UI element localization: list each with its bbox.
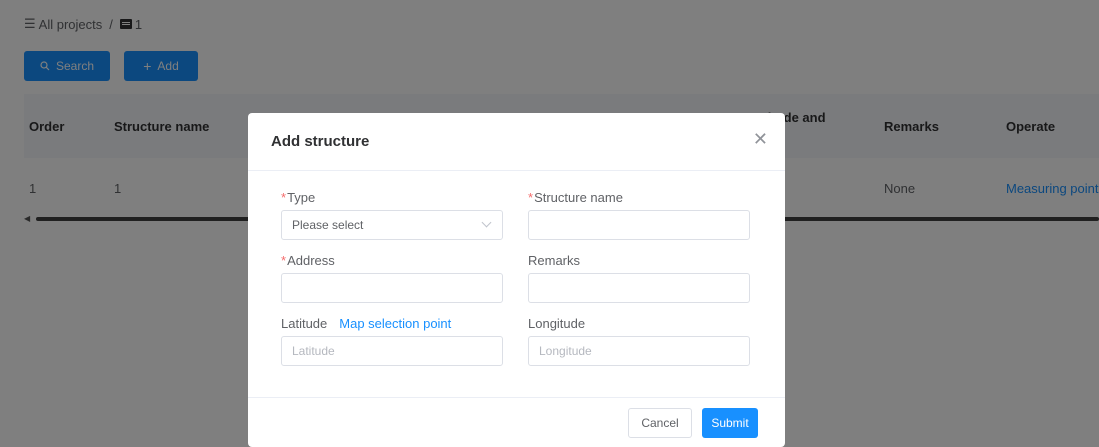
- address-field[interactable]: [281, 273, 503, 303]
- address-input[interactable]: [292, 281, 492, 295]
- form-item-latitude: Latitude Map selection point: [281, 313, 503, 366]
- form-item-structure-name: * Structure name: [528, 187, 750, 240]
- form-item-longitude: Longitude: [528, 313, 750, 366]
- required-mark: *: [281, 252, 287, 268]
- structure-name-field[interactable]: [528, 210, 750, 240]
- dialog-title: Add structure: [271, 133, 370, 150]
- form-item-type: * Type Please select: [281, 187, 503, 240]
- cancel-button[interactable]: Cancel: [628, 408, 692, 438]
- add-structure-dialog: Add structure ✕ * Type Please select * S…: [248, 113, 785, 447]
- structure-name-label: * Structure name: [528, 187, 750, 207]
- type-label-text: Type: [287, 189, 316, 205]
- structure-name-input[interactable]: [539, 218, 739, 232]
- dialog-header: Add structure ✕: [248, 113, 785, 171]
- type-select-placeholder: Please select: [292, 218, 364, 232]
- remarks-label: Remarks: [528, 250, 750, 270]
- address-label: * Address: [281, 250, 503, 270]
- form-item-remarks: Remarks: [528, 250, 750, 303]
- structure-name-label-text: Structure name: [534, 189, 623, 205]
- latitude-label-text: Latitude: [281, 315, 328, 331]
- remarks-input[interactable]: [539, 281, 739, 295]
- latitude-field[interactable]: [281, 336, 503, 366]
- type-select[interactable]: Please select: [281, 210, 503, 240]
- type-label: * Type: [281, 187, 503, 207]
- remarks-label-text: Remarks: [528, 252, 581, 268]
- submit-button[interactable]: Submit: [702, 408, 758, 438]
- form-item-address: * Address: [281, 250, 503, 303]
- close-icon[interactable]: ✕: [753, 129, 768, 150]
- address-label-text: Address: [287, 252, 335, 268]
- required-mark: *: [281, 189, 287, 205]
- map-selection-point-link[interactable]: Map selection point: [339, 316, 451, 331]
- latitude-input[interactable]: [292, 344, 492, 358]
- longitude-input[interactable]: [539, 344, 739, 358]
- latitude-label: Latitude Map selection point: [281, 313, 503, 333]
- dialog-footer: Cancel Submit: [248, 397, 785, 447]
- chevron-down-icon: [481, 217, 492, 228]
- required-mark: *: [528, 189, 534, 205]
- remarks-field[interactable]: [528, 273, 750, 303]
- longitude-field[interactable]: [528, 336, 750, 366]
- longitude-label-text: Longitude: [528, 315, 586, 331]
- longitude-label: Longitude: [528, 313, 750, 333]
